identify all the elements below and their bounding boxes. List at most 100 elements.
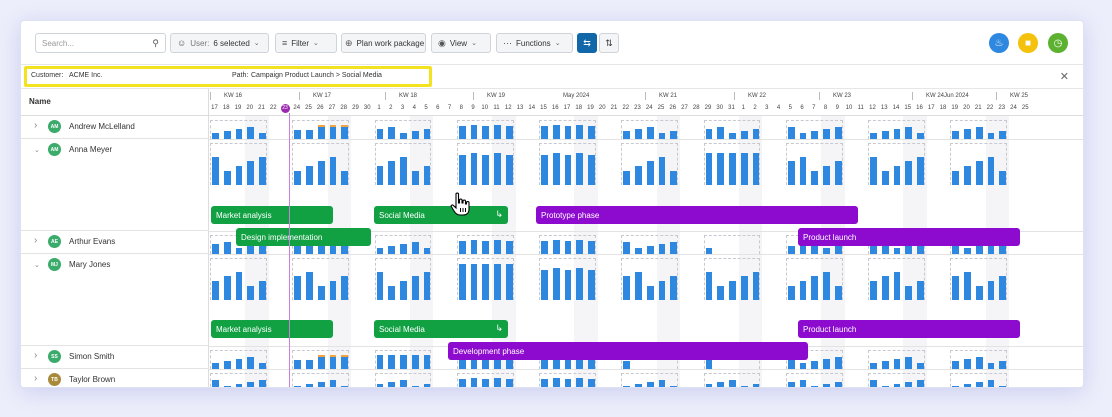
avatar: AM xyxy=(48,143,61,156)
filter-label: Filter xyxy=(291,38,310,48)
workload-bar xyxy=(964,272,971,300)
person-name: Simon Smith xyxy=(69,352,115,361)
workload-bar xyxy=(317,382,325,387)
workload-bar xyxy=(541,379,548,387)
day-label: 3 xyxy=(765,105,769,111)
person-row[interactable]: › SS Simon Smith xyxy=(21,346,209,369)
workload-bar xyxy=(870,157,877,185)
workload-bar xyxy=(893,248,901,254)
close-icon[interactable]: ✕ xyxy=(1060,70,1069,83)
user-filter-dropdown[interactable]: ☺ User: 6 selected ⌄ xyxy=(170,33,269,53)
person-row[interactable]: ⌄ MJ Mary Jones xyxy=(21,254,209,346)
workload-bar xyxy=(341,276,348,300)
chevron-right-icon[interactable]: › xyxy=(34,373,37,384)
chevron-down-icon[interactable]: ⌄ xyxy=(34,146,40,154)
workload-bar xyxy=(235,129,243,139)
day-label: 2 xyxy=(753,105,757,111)
week-label: KW 23 xyxy=(833,93,852,99)
workload-bar xyxy=(235,166,243,185)
week-label: KW 17 xyxy=(313,93,332,99)
workload-bar xyxy=(482,379,489,387)
functions-dropdown[interactable]: ⋯ Functions ⌄ xyxy=(496,33,573,53)
month-label: Jun 2024 xyxy=(944,93,969,99)
workload-bar xyxy=(588,155,595,185)
person-name: Taylor Brown xyxy=(69,375,116,384)
chat-icon: ■ xyxy=(1024,37,1032,49)
workload-bar xyxy=(834,161,842,185)
notifications-button[interactable]: ♨ xyxy=(989,33,1009,53)
view-dropdown[interactable]: ◉ View ⌄ xyxy=(431,33,491,53)
day-label: 14 xyxy=(892,105,900,111)
person-name: Andrew McLelland xyxy=(69,122,135,131)
task-bar[interactable]: Product launch xyxy=(798,228,1020,246)
chevron-right-icon[interactable]: › xyxy=(34,120,37,131)
time-button[interactable]: ◷ xyxy=(1048,33,1068,53)
chevron-right-icon[interactable]: › xyxy=(34,350,37,361)
horizontal-swap-toggle[interactable]: ⇆ xyxy=(577,33,597,53)
workload-bar xyxy=(306,245,313,254)
chevron-right-icon[interactable]: › xyxy=(34,235,37,246)
task-bar[interactable]: Design implementation xyxy=(236,228,371,246)
search-icon: ⚲ xyxy=(152,37,159,48)
task-label: Prototype phase xyxy=(541,211,600,220)
day-label: 1 xyxy=(377,105,381,111)
day-label: 29 xyxy=(704,105,712,111)
day-label: 27 xyxy=(681,105,688,111)
vertical-sort-toggle[interactable]: ⇅ xyxy=(599,33,619,53)
chevron-down-icon[interactable]: ⌄ xyxy=(34,261,40,269)
filter-dropdown[interactable]: ≡ Filter ⌄ xyxy=(275,33,337,53)
functions-label: Functions xyxy=(516,38,551,48)
workload-bar xyxy=(787,246,795,254)
workload-bar xyxy=(388,161,395,185)
workload-bar xyxy=(752,272,760,300)
workload-bar xyxy=(905,286,912,300)
day-label: 22 xyxy=(269,105,277,111)
day-label: 15 xyxy=(540,105,547,111)
workload-bar xyxy=(811,386,818,387)
workload-bar xyxy=(388,286,395,300)
context-bar: Customer: ACME Inc. Path: Campaign Produ… xyxy=(21,65,1083,89)
task-label: Market analysis xyxy=(216,325,272,334)
week-label: KW 22 xyxy=(748,93,767,99)
workload-bar xyxy=(505,379,513,387)
workload-bar xyxy=(212,281,219,300)
workload-bar xyxy=(470,125,478,139)
person-row[interactable]: › AM Andrew McLelland xyxy=(21,116,209,139)
search-input[interactable]: Search... ⚲ xyxy=(35,33,166,53)
workload-bar xyxy=(494,153,501,185)
workload-bar xyxy=(388,127,395,139)
task-bar[interactable]: Prototype phase xyxy=(536,206,858,224)
workload-bar xyxy=(905,127,912,139)
workload-bar xyxy=(588,379,595,387)
task-bar[interactable]: Market analysis xyxy=(211,320,333,338)
task-bar[interactable]: Market analysis xyxy=(211,206,333,224)
person-row[interactable]: ⌄ AM Anna Meyer xyxy=(21,139,209,231)
day-label: 17 xyxy=(927,105,935,111)
workload-bar xyxy=(411,171,419,185)
task-bar[interactable]: Product launch xyxy=(798,320,1020,338)
task-bar[interactable]: Social Media ↳ xyxy=(374,320,508,338)
person-row[interactable]: › AE Arthur Evans xyxy=(21,231,209,254)
workload-bar xyxy=(823,359,830,369)
day-label: 9 xyxy=(835,105,839,111)
task-bar[interactable]: Social Media ↳ xyxy=(374,206,508,224)
workload-bar xyxy=(259,157,266,185)
workload-bar xyxy=(505,241,513,254)
workload-bar xyxy=(999,361,1006,369)
workload-bar xyxy=(999,171,1006,185)
plan-work-package-button[interactable]: ⊕ Plan work package xyxy=(341,33,426,53)
workload-bar xyxy=(235,359,243,369)
workload-bar xyxy=(247,161,254,185)
chat-button[interactable]: ■ xyxy=(1018,33,1038,53)
overload-marker xyxy=(317,355,325,357)
task-bar[interactable]: Development phase xyxy=(448,342,808,360)
task-label: Market analysis xyxy=(216,211,272,220)
task-label: Product launch xyxy=(803,325,857,334)
person-row[interactable]: › TB Taylor Brown xyxy=(21,369,209,387)
workload-bar xyxy=(964,359,971,369)
day-label: 19 xyxy=(234,105,242,111)
workload-bar xyxy=(964,248,971,254)
avatar: SS xyxy=(48,350,61,363)
workload-bar xyxy=(294,386,301,387)
workload-bar xyxy=(259,380,266,387)
